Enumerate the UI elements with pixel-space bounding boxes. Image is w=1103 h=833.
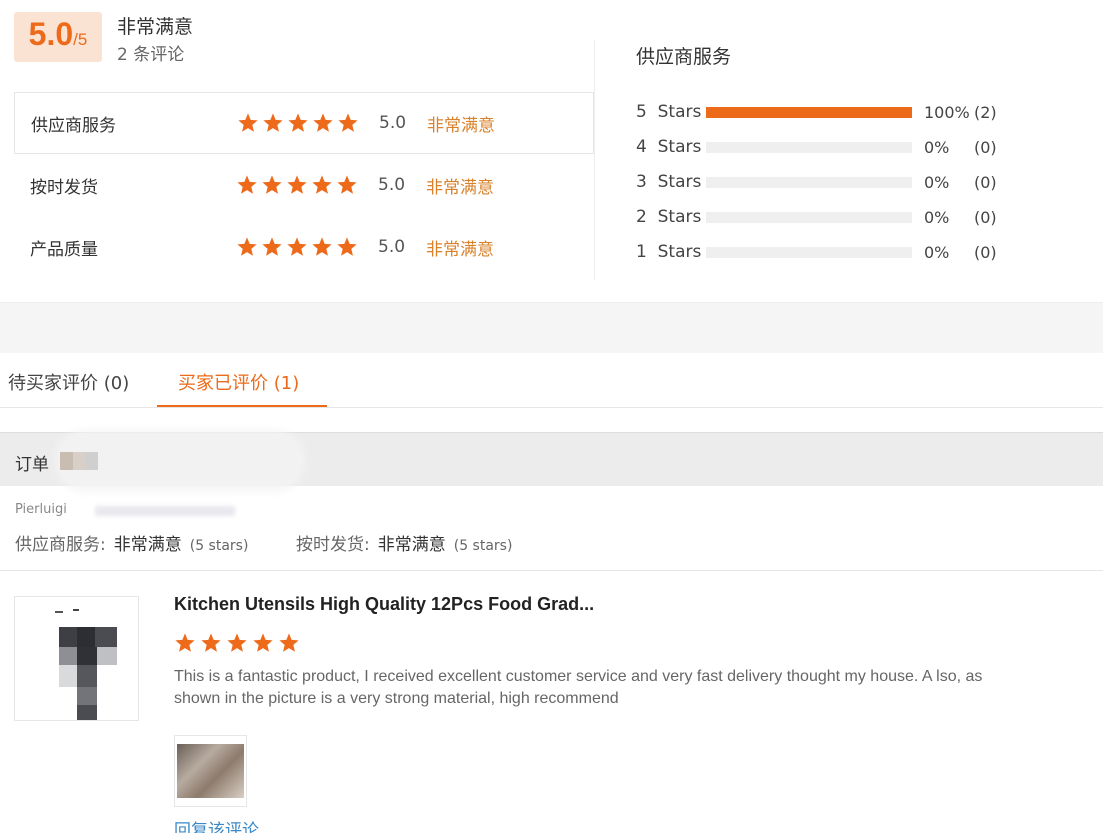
distribution-count: (2) — [974, 102, 997, 122]
rating-row-on-time-delivery: 按时发货 5.0 非常满意 — [14, 154, 594, 216]
delivery-key: 按时发货: — [296, 535, 370, 555]
review-count: 2 条评论 — [117, 45, 185, 65]
product-image — [55, 609, 117, 720]
distribution-row-4: 4 Stars 0% (0) — [636, 135, 1016, 159]
star-icon — [287, 175, 307, 194]
distribution-title: 供应商服务 — [636, 46, 732, 68]
review-text: This is a fantastic product, I received … — [174, 668, 983, 707]
star-icon — [312, 237, 332, 256]
rating-value: 5.0 — [378, 175, 406, 195]
star-icon — [288, 113, 308, 132]
distribution-percent: 0% — [924, 172, 950, 192]
rating-summary: 5.0 /5 非常满意 2 条评论 供应商服务 5.0 非常满意 按时发货 5.… — [0, 0, 1103, 303]
rating-label: 按时发货 — [30, 177, 98, 198]
distribution-count: (0) — [974, 172, 997, 192]
delivery-stars: (5 stars) — [453, 538, 513, 554]
overall-score: 5.0 — [28, 16, 74, 52]
distribution-label: 3 Stars — [636, 172, 702, 192]
order-label: 订单 — [15, 455, 49, 475]
redacted-buyer-location — [95, 506, 235, 516]
distribution-count: (0) — [974, 242, 997, 262]
rating-word: 非常满意 — [426, 239, 494, 260]
star-icon — [238, 113, 258, 132]
distribution-row-1: 1 Stars 0% (0) — [636, 240, 1016, 264]
rating-value: 5.0 — [379, 113, 407, 133]
star-icon — [337, 237, 357, 256]
star-icon — [237, 237, 257, 256]
supplier-service-rating: 供应商服务: 非常满意 (5 stars) — [15, 530, 248, 555]
star-icon — [175, 633, 195, 652]
rating-label: 供应商服务 — [31, 115, 116, 136]
distribution-label: 4 Stars — [636, 137, 702, 157]
distribution-bar — [706, 211, 912, 223]
star-icon — [253, 633, 273, 652]
overall-score-max: /5 — [73, 30, 88, 49]
star-icon — [237, 175, 257, 194]
rating-stars — [236, 236, 358, 258]
distribution-label: 1 Stars — [636, 242, 702, 262]
section-spacer — [0, 303, 1103, 353]
star-icon — [313, 113, 333, 132]
distribution-bar — [706, 176, 912, 188]
rating-word: 非常满意 — [427, 115, 495, 136]
delivery-rating: 按时发货: 非常满意 (5 stars) — [296, 530, 512, 555]
overall-score-badge: 5.0 /5 — [14, 12, 102, 62]
supplier-service-value: 非常满意 — [113, 535, 182, 555]
rating-stars — [237, 112, 359, 134]
reply-review-link[interactable]: 回复该评论 — [174, 816, 259, 833]
distribution-row-2: 2 Stars 0% (0) — [636, 205, 1016, 229]
rating-label: 产品质量 — [30, 239, 98, 260]
distribution-count: (0) — [974, 137, 997, 157]
distribution-percent: 0% — [924, 242, 950, 262]
rating-row-supplier-service: 供应商服务 5.0 非常满意 — [14, 92, 594, 154]
distribution-count: (0) — [974, 207, 997, 227]
active-tab-indicator — [157, 405, 327, 407]
divider — [0, 570, 1103, 571]
distribution-bar — [706, 246, 912, 258]
rating-value: 5.0 — [378, 237, 406, 257]
supplier-service-key: 供应商服务: — [15, 535, 106, 555]
star-icon — [338, 113, 358, 132]
tab-pending-reviews[interactable]: 待买家评价 (0) — [8, 369, 129, 395]
review-photo[interactable] — [174, 735, 247, 807]
review-photo-image — [177, 744, 244, 798]
review-stars — [174, 632, 300, 654]
star-icon — [312, 175, 332, 194]
rating-breakdown-table: 供应商服务 5.0 非常满意 按时发货 5.0 非常满意 产品质量 5.0 非常… — [14, 92, 594, 278]
supplier-service-stars: (5 stars) — [189, 538, 249, 554]
star-icon — [262, 175, 282, 194]
distribution-percent: 0% — [924, 207, 950, 227]
review-tabs: 待买家评价 (0) 买家已评价 (1) — [0, 353, 1103, 408]
distribution-label: 2 Stars — [636, 207, 702, 227]
column-divider — [594, 40, 595, 280]
star-icon — [201, 633, 221, 652]
distribution-row-5: 5 Stars 100% (2) — [636, 100, 1016, 124]
product-title[interactable]: Kitchen Utensils High Quality 12Pcs Food… — [174, 594, 594, 615]
delivery-value: 非常满意 — [377, 535, 446, 555]
star-icon — [262, 237, 282, 256]
overall-score-description: 非常满意 — [117, 16, 194, 38]
distribution-bar — [706, 141, 912, 153]
star-icon — [287, 237, 307, 256]
distribution-bar-fill — [706, 106, 912, 118]
distribution-percent: 0% — [924, 137, 950, 157]
distribution-row-3: 3 Stars 0% (0) — [636, 170, 1016, 194]
rating-stars — [236, 174, 358, 196]
distribution-label: 5 Stars — [636, 102, 702, 122]
distribution-percent: 100% — [924, 102, 970, 122]
tab-completed-reviews[interactable]: 买家已评价 (1) — [178, 369, 299, 395]
rating-row-product-quality: 产品质量 5.0 非常满意 — [14, 216, 594, 278]
star-icon — [337, 175, 357, 194]
rating-word: 非常满意 — [426, 177, 494, 198]
buyer-name: Pierluigi — [15, 502, 67, 517]
product-thumbnail[interactable] — [14, 596, 139, 721]
star-icon — [227, 633, 247, 652]
distribution-bar — [706, 106, 912, 118]
star-icon — [279, 633, 299, 652]
redacted-order-number — [60, 452, 99, 470]
star-icon — [263, 113, 283, 132]
